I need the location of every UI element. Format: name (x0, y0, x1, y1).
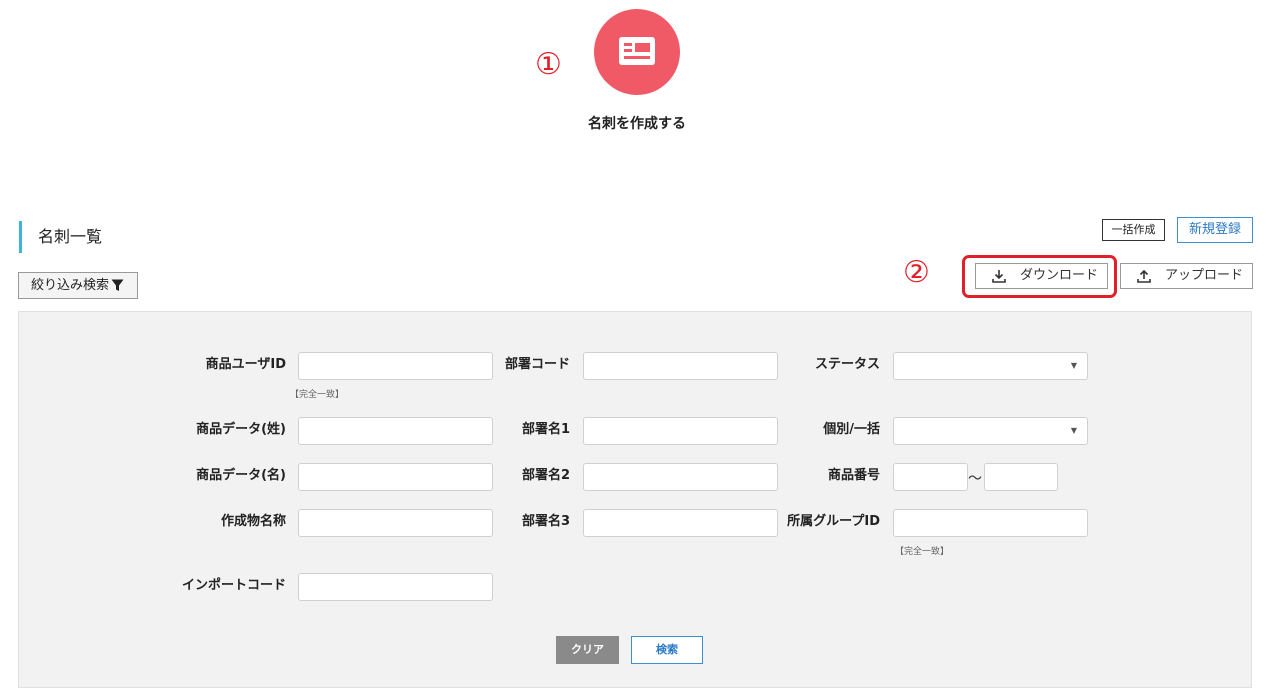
upload-icon (1137, 269, 1151, 283)
individual-bulk-select[interactable]: ▼ (893, 417, 1088, 445)
annotation-marker-2: ② (903, 255, 930, 290)
chevron-down-icon: ▼ (1070, 426, 1077, 435)
group-id-label: 所属グループID (787, 514, 880, 529)
status-label: ステータス (814, 357, 880, 372)
dept-code-input[interactable] (583, 352, 778, 380)
product-number-to-input[interactable] (984, 463, 1058, 491)
individual-bulk-label: 個別/一括 (823, 422, 880, 437)
exact-match-hint: 【完全一致】 (290, 390, 345, 400)
dept-code-label: 部署コード (504, 357, 570, 372)
filter-search-button[interactable]: 絞り込み検索 (18, 272, 138, 299)
create-card-button[interactable] (594, 9, 680, 95)
product-data-surname-input[interactable] (298, 417, 493, 445)
group-exact-match-hint: 【完全一致】 (895, 547, 950, 557)
business-card-icon (619, 37, 655, 65)
product-data-surname-label: 商品データ(姓) (196, 422, 286, 437)
download-button[interactable]: ダウンロード (975, 263, 1108, 289)
range-separator: 〜 (968, 471, 982, 487)
filter-search-label: 絞り込み検索 (31, 278, 110, 293)
creation-name-label: 作成物名称 (220, 514, 286, 529)
upload-label: アップロード (1165, 268, 1244, 283)
dept-name1-label: 部署名1 (521, 422, 570, 437)
import-code-input[interactable] (298, 573, 493, 601)
bulk-create-button[interactable]: 一括作成 (1102, 219, 1165, 241)
dept-name1-input[interactable] (583, 417, 778, 445)
dept-name3-label: 部署名3 (521, 514, 570, 529)
download-icon (992, 270, 1006, 283)
product-data-name-input[interactable] (298, 463, 493, 491)
dept-name3-input[interactable] (583, 509, 778, 537)
download-label: ダウンロード (1020, 268, 1099, 283)
product-user-id-label: 商品ユーザID (205, 357, 286, 372)
status-select[interactable]: ▼ (893, 352, 1088, 380)
clear-button[interactable]: クリア (556, 636, 619, 664)
group-id-input[interactable] (893, 509, 1088, 537)
product-data-name-label: 商品データ(名) (196, 468, 286, 483)
search-button[interactable]: 検索 (631, 636, 703, 664)
annotation-marker-1: ① (535, 47, 562, 82)
import-code-label: インポートコード (181, 578, 286, 593)
upload-button[interactable]: アップロード (1120, 263, 1253, 289)
section-title: 名刺一覧 (19, 221, 102, 253)
product-number-label: 商品番号 (827, 468, 880, 483)
product-user-id-input[interactable] (298, 352, 493, 380)
creation-name-input[interactable] (298, 509, 493, 537)
chevron-down-icon: ▼ (1070, 361, 1077, 370)
filter-icon (111, 279, 124, 291)
dept-name2-label: 部署名2 (521, 468, 570, 483)
dept-name2-input[interactable] (583, 463, 778, 491)
create-card-label: 名刺を作成する (588, 116, 686, 132)
new-register-button[interactable]: 新規登録 (1177, 217, 1253, 243)
product-number-from-input[interactable] (893, 463, 968, 491)
